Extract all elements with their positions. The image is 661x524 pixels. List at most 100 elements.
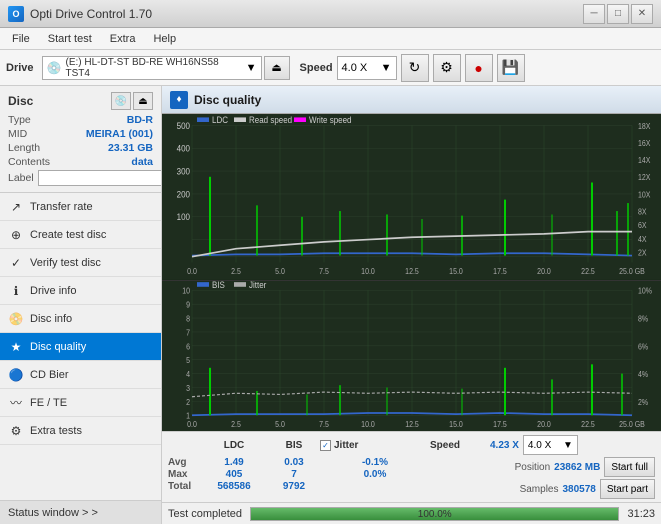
disc-label-input[interactable]	[38, 170, 162, 186]
stats-bis-header: BIS	[268, 440, 320, 451]
samples-value: 380578	[562, 484, 595, 495]
close-button[interactable]: ✕	[631, 4, 653, 24]
transfer-rate-icon: ↗	[8, 199, 24, 215]
time-display: 31:23	[627, 508, 655, 520]
menu-help[interactable]: Help	[145, 31, 184, 47]
cd-bier-icon: 🔵	[8, 367, 24, 383]
app-icon: O	[8, 6, 24, 22]
start-part-button[interactable]: Start part	[600, 479, 655, 499]
sidebar-item-cd-bier-label: CD Bier	[30, 369, 69, 381]
sidebar-item-transfer-rate-label: Transfer rate	[30, 201, 93, 213]
svg-text:15.0: 15.0	[449, 419, 463, 429]
sidebar-item-verify-test-disc-label: Verify test disc	[30, 257, 101, 269]
settings-button[interactable]: ⚙	[433, 54, 461, 82]
svg-text:12.5: 12.5	[405, 419, 419, 429]
stats-total-row: Total 568586 9792	[168, 481, 515, 492]
status-window-bar[interactable]: Status window > >	[0, 500, 161, 524]
svg-text:18X: 18X	[638, 121, 650, 131]
sidebar-item-drive-info[interactable]: ℹ Drive info	[0, 277, 161, 305]
refresh-button[interactable]: ↻	[401, 54, 429, 82]
speed-select[interactable]: 4.0 X ▼	[337, 56, 397, 80]
drive-select[interactable]: 💿 (E:) HL-DT-ST BD-RE WH16NS58 TST4 ▼	[42, 56, 262, 80]
svg-text:20.0: 20.0	[537, 266, 551, 276]
svg-text:8: 8	[186, 314, 190, 324]
sidebar-item-extra-tests[interactable]: ⚙ Extra tests	[0, 417, 161, 445]
svg-text:10X: 10X	[638, 190, 650, 200]
sidebar-item-disc-quality-label: Disc quality	[30, 341, 86, 353]
start-full-button[interactable]: Start full	[604, 457, 655, 477]
menu-start-test[interactable]: Start test	[40, 31, 100, 47]
disc-quality-header: ♦ Disc quality	[162, 86, 661, 114]
max-label: Max	[168, 469, 200, 480]
stats-speed-dropdown[interactable]: 4.0 X ▼	[523, 435, 578, 455]
disc-quality-panel-icon: ♦	[170, 91, 188, 109]
stats-avg-row: Avg 1.49 0.03 -0.1%	[168, 457, 515, 468]
stats-speed-value: 4.23 X	[490, 440, 519, 451]
svg-text:12X: 12X	[638, 173, 650, 183]
svg-text:400: 400	[177, 143, 191, 154]
extra-tests-icon: ⚙	[8, 423, 24, 439]
svg-text:4%: 4%	[638, 369, 648, 379]
menu-file[interactable]: File	[4, 31, 38, 47]
sidebar-item-disc-info[interactable]: 📀 Disc info	[0, 305, 161, 333]
minimize-button[interactable]: ─	[583, 4, 605, 24]
nav-list: ↗ Transfer rate ⊕ Create test disc ✓ Ver…	[0, 193, 161, 500]
stats-header: LDC BIS ✓ Jitter Speed 4.23 X 4.0 X ▼	[168, 435, 655, 455]
stats-max-row: Max 405 7 0.0%	[168, 469, 515, 480]
sidebar-item-cd-bier[interactable]: 🔵 CD Bier	[0, 361, 161, 389]
disc-contents-row: Contents data	[8, 156, 153, 168]
sidebar-item-fe-te[interactable]: 〰 FE / TE	[0, 389, 161, 417]
svg-text:Jitter: Jitter	[249, 281, 266, 290]
jitter-checkbox[interactable]: ✓	[320, 440, 331, 451]
stats-right: Position 23862 MB Start full Samples 380…	[515, 457, 655, 499]
svg-text:7: 7	[186, 327, 190, 337]
sidebar-item-transfer-rate[interactable]: ↗ Transfer rate	[0, 193, 161, 221]
bottom-bar: Test completed 100.0% 31:23	[162, 502, 661, 524]
window-title: Opti Drive Control 1.70	[30, 7, 152, 21]
position-row: Position 23862 MB Start full	[515, 457, 655, 477]
speed-label: Speed	[300, 62, 333, 74]
menu-bar: File Start test Extra Help	[0, 28, 661, 50]
disc-icon-btn-2[interactable]: ⏏	[133, 92, 153, 110]
speed-dropdown-inner[interactable]: 4.0 X ▼	[523, 435, 578, 455]
chart-ldc-svg: 500 400 300 200 100 18X 16X 14X 12X 10X …	[162, 114, 661, 280]
disc-section-title: Disc	[8, 94, 33, 108]
total-label: Total	[168, 481, 200, 492]
menu-extra[interactable]: Extra	[102, 31, 144, 47]
sidebar-item-create-test-disc[interactable]: ⊕ Create test disc	[0, 221, 161, 249]
svg-text:8%: 8%	[638, 314, 648, 324]
disc-mid-value: MEIRA1 (001)	[86, 128, 153, 140]
svg-text:4: 4	[186, 369, 190, 379]
svg-text:7.5: 7.5	[319, 419, 329, 429]
sidebar-item-create-test-disc-label: Create test disc	[30, 229, 106, 241]
sidebar: Disc 💿 ⏏ Type BD-R MID MEIRA1 (001) Leng…	[0, 86, 162, 524]
svg-text:5: 5	[186, 355, 190, 365]
chart-bis-svg: 10 9 8 7 6 5 4 3 2 1 10% 8% 6% 4% 2%	[162, 281, 661, 431]
svg-text:12.5: 12.5	[405, 266, 419, 276]
disc-icon-btn-1[interactable]: 💿	[111, 92, 131, 110]
disc-mid-label: MID	[8, 128, 27, 140]
svg-text:2.5: 2.5	[231, 266, 241, 276]
stats-data-rows: Avg 1.49 0.03 -0.1% Max 405 7 0.0% Tot	[168, 457, 655, 499]
record-button[interactable]: ●	[465, 54, 493, 82]
disc-type-row: Type BD-R	[8, 114, 153, 126]
svg-text:22.5: 22.5	[581, 419, 595, 429]
sidebar-item-verify-test-disc[interactable]: ✓ Verify test disc	[0, 249, 161, 277]
sidebar-item-disc-quality[interactable]: ★ Disc quality	[0, 333, 161, 361]
svg-text:2: 2	[186, 397, 190, 407]
disc-quality-panel-title: Disc quality	[194, 93, 261, 107]
eject-button[interactable]: ⏏	[264, 56, 290, 80]
disc-section: Disc 💿 ⏏ Type BD-R MID MEIRA1 (001) Leng…	[0, 86, 161, 193]
svg-text:3: 3	[186, 383, 190, 393]
svg-text:2X: 2X	[638, 248, 647, 258]
max-ldc: 405	[200, 469, 268, 480]
speed-select-value: 4.0 X	[342, 62, 368, 74]
save-button[interactable]: 💾	[497, 54, 525, 82]
chart-ldc-container: 500 400 300 200 100 18X 16X 14X 12X 10X …	[162, 114, 661, 281]
svg-text:5.0: 5.0	[275, 266, 285, 276]
total-ldc: 568586	[200, 481, 268, 492]
drive-select-value: (E:) HL-DT-ST BD-RE WH16NS58 TST4	[65, 57, 241, 79]
svg-text:9: 9	[186, 300, 190, 310]
maximize-button[interactable]: □	[607, 4, 629, 24]
svg-text:16X: 16X	[638, 139, 650, 149]
